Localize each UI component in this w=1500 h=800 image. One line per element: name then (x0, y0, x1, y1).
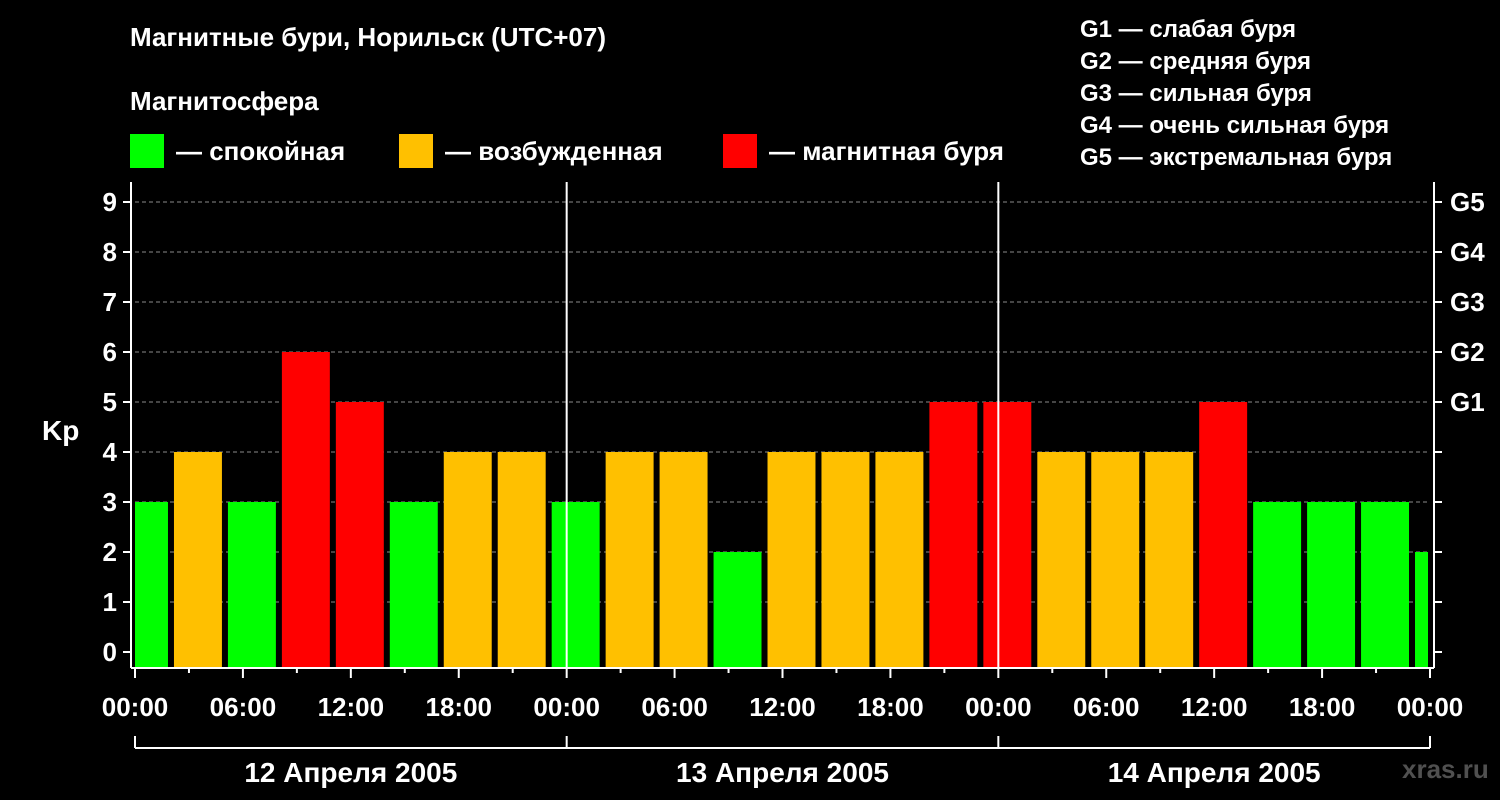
right-axis-label-g4: G4 (1450, 237, 1485, 267)
kp-bar-1 (173, 452, 222, 668)
kp-bar-13 (821, 452, 870, 668)
kp-bar-14 (875, 452, 924, 668)
x-tick-label-0: 00:00 (102, 692, 169, 722)
kp-bar-19 (1145, 452, 1194, 668)
kp-bar-4 (335, 402, 384, 668)
y-tick-label-8: 8 (103, 237, 117, 267)
y-tick-label-3: 3 (103, 487, 117, 517)
y-tick-label-4: 4 (103, 437, 118, 467)
y-tick-label-9: 9 (103, 187, 117, 217)
x-tick-label-12: 00:00 (1397, 692, 1464, 722)
x-tick-label-9: 06:00 (1073, 692, 1140, 722)
x-tick-label-6: 12:00 (749, 692, 816, 722)
day-label-3: 14 Апреля 2005 (1108, 757, 1321, 788)
kp-bar-22 (1307, 502, 1356, 668)
kp-bar-21 (1253, 502, 1302, 668)
kp-bar-18 (1091, 452, 1140, 668)
y-tick-label-0: 0 (103, 637, 117, 667)
right-axis-label-g3: G3 (1450, 287, 1485, 317)
kp-bar-0 (135, 502, 168, 668)
x-tick-label-1: 06:00 (210, 692, 277, 722)
x-tick-label-7: 18:00 (857, 692, 924, 722)
kp-bar-5 (389, 502, 438, 668)
x-tick-label-11: 18:00 (1289, 692, 1356, 722)
kp-bar-17 (1037, 452, 1086, 668)
kp-bar-20 (1199, 402, 1248, 668)
y-tick-label-2: 2 (103, 537, 117, 567)
kp-bar-10 (659, 452, 708, 668)
x-tick-label-2: 12:00 (318, 692, 385, 722)
day-label-1: 12 Апреля 2005 (244, 757, 457, 788)
x-tick-label-8: 00:00 (965, 692, 1032, 722)
kp-bar-16 (983, 402, 1032, 668)
x-tick-label-3: 18:00 (426, 692, 493, 722)
kp-bar-6 (443, 452, 492, 668)
x-tick-label-5: 06:00 (641, 692, 708, 722)
kp-bar-9 (605, 452, 654, 668)
right-axis-label-g5: G5 (1450, 187, 1485, 217)
kp-bar-12 (767, 452, 816, 668)
y-tick-label-5: 5 (103, 387, 117, 417)
right-axis-label-g2: G2 (1450, 337, 1485, 367)
y-tick-label-7: 7 (103, 287, 117, 317)
kp-bar-8 (551, 502, 600, 668)
kp-bar-2 (227, 502, 276, 668)
y-axis-label: Kp (42, 415, 79, 446)
kp-bar-15 (929, 402, 978, 668)
kp-bar-3 (281, 352, 330, 668)
kp-bar-11 (713, 552, 762, 668)
x-tick-label-10: 12:00 (1181, 692, 1248, 722)
right-axis-label-g1: G1 (1450, 387, 1485, 417)
y-tick-label-1: 1 (103, 587, 117, 617)
x-tick-label-4: 00:00 (533, 692, 600, 722)
kp-chart: 0 1 2 3 4 5 6 7 8 9 G1 G2 G3 G4 G5 Kp 00:00 06:00 12:00 18:… (42, 182, 1485, 788)
watermark: xras.ru (1402, 754, 1489, 784)
kp-bar-24 (1415, 552, 1428, 668)
kp-bar-23 (1361, 502, 1410, 668)
kp-bar-7 (497, 452, 546, 668)
y-tick-label-6: 6 (103, 337, 117, 367)
day-label-2: 13 Апреля 2005 (676, 757, 889, 788)
